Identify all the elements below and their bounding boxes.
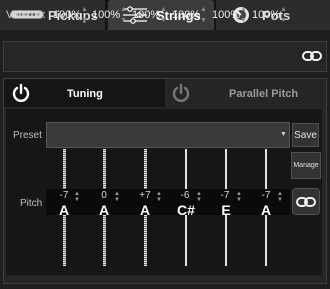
power-icon[interactable] <box>171 83 191 103</box>
pitch-stepper-3[interactable]: ▲ ▼ <box>156 191 162 203</box>
volume-stepper-2[interactable]: ▲ ▼ <box>120 4 127 26</box>
pitch-note-1[interactable]: A <box>53 202 75 218</box>
string-4-lower <box>185 215 187 266</box>
volume-stepper-5[interactable]: ▲ ▼ <box>240 4 247 26</box>
pitch-note-6[interactable]: A <box>255 202 277 218</box>
volume-value-2[interactable]: 100% <box>92 9 120 21</box>
caret-down-icon: ▼ <box>280 131 287 138</box>
save-button[interactable]: Save <box>292 123 319 147</box>
pitch-note-5[interactable]: E <box>215 202 237 218</box>
pitch-offset-1[interactable]: -7 <box>56 190 72 201</box>
pitch-stepper-2[interactable]: ▲ ▼ <box>114 191 120 203</box>
string-1-lower <box>63 215 66 266</box>
string-6 <box>265 149 267 189</box>
volume-stepper-4[interactable]: ▲ ▼ <box>200 4 207 26</box>
pitch-offset-5[interactable]: -7 <box>217 190 233 201</box>
chain-link-icon <box>296 196 316 207</box>
pitch-bar <box>46 189 290 215</box>
volume-value-3[interactable]: 100% <box>132 9 160 21</box>
pitch-link-button[interactable] <box>292 188 320 215</box>
string-3-lower <box>144 215 147 266</box>
string-1 <box>63 149 66 189</box>
volume-stepper-3[interactable]: ▲ ▼ <box>160 4 167 26</box>
pitch-offset-6[interactable]: -7 <box>258 190 274 201</box>
pitch-stepper-4[interactable]: ▲ ▼ <box>196 191 202 203</box>
pitch-note-3[interactable]: A <box>134 202 156 218</box>
volume-stepper-1[interactable]: ▲ ▼ <box>81 4 88 26</box>
string-2-lower <box>103 215 106 266</box>
pitch-offset-2[interactable]: 0 <box>96 190 112 201</box>
volume-value-5[interactable]: 100% <box>212 9 240 21</box>
volume-value-6[interactable]: 100% <box>252 9 280 21</box>
string-6-lower <box>265 215 267 266</box>
volume-row <box>3 41 327 72</box>
volume-label: Volume: <box>6 9 46 21</box>
preset-dropdown[interactable] <box>46 122 290 148</box>
volume-stepper-6[interactable]: ▲ ▼ <box>280 4 287 26</box>
tab-parallel-pitch-label: Parallel Pitch <box>229 88 299 100</box>
string-2 <box>103 149 106 189</box>
volume-value-4[interactable]: 100% <box>172 9 200 21</box>
string-5 <box>225 149 227 189</box>
pitch-offset-4[interactable]: -6 <box>177 190 193 201</box>
pitch-note-4[interactable]: C# <box>175 202 197 218</box>
manage-button[interactable]: Manage <box>291 152 321 179</box>
preset-label: Preset <box>13 130 42 141</box>
volume-link-icon[interactable] <box>302 50 322 62</box>
volume-value-1[interactable]: 100% <box>53 9 81 21</box>
pitch-stepper-5[interactable]: ▲ ▼ <box>236 191 242 203</box>
pitch-label: Pitch <box>20 198 43 209</box>
string-4 <box>185 149 187 189</box>
tab-tuning-label: Tuning <box>67 88 103 100</box>
string-5-lower <box>225 215 227 266</box>
string-3 <box>144 149 147 189</box>
pitch-offset-3[interactable]: +7 <box>137 190 153 201</box>
power-icon[interactable] <box>11 83 31 103</box>
pitch-stepper-6[interactable]: ▲ ▼ <box>277 191 283 203</box>
pitch-stepper-1[interactable]: ▲ ▼ <box>74 191 80 203</box>
pitch-note-2[interactable]: A <box>93 202 115 218</box>
